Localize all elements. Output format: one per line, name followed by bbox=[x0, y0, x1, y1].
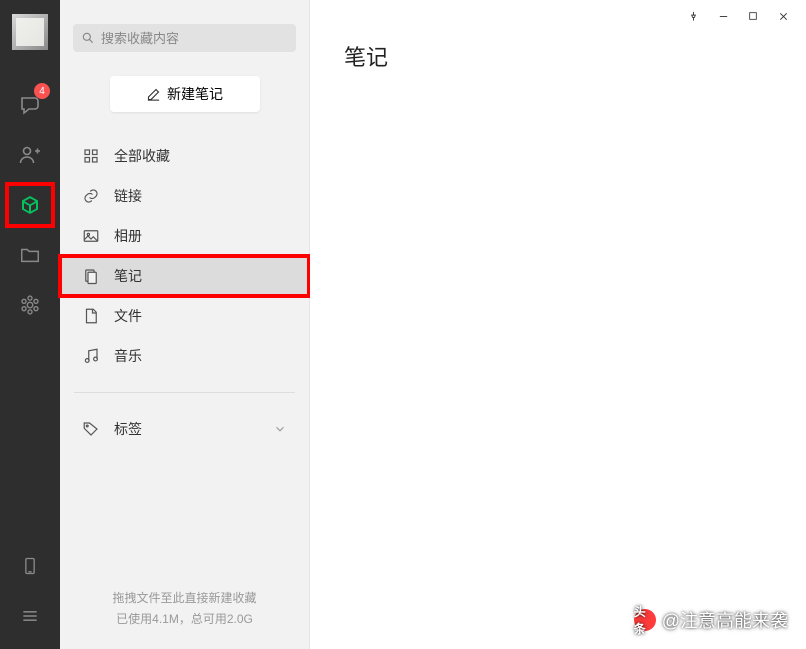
avatar[interactable] bbox=[12, 14, 48, 50]
watermark: 头条 @注意高能来袭 bbox=[634, 607, 788, 633]
rail-menu[interactable] bbox=[8, 596, 52, 636]
pin-button[interactable] bbox=[678, 3, 708, 29]
rail-moments[interactable] bbox=[8, 285, 52, 325]
moments-icon bbox=[19, 294, 41, 316]
footer-hint: 拖拽文件至此直接新建收藏 bbox=[68, 588, 301, 610]
rail-contacts[interactable] bbox=[8, 135, 52, 175]
watermark-handle: @注意高能来袭 bbox=[662, 607, 788, 633]
nav-rail: 4 bbox=[0, 0, 60, 649]
category-link[interactable]: 链接 bbox=[60, 176, 309, 216]
category-all[interactable]: 全部收藏 bbox=[60, 136, 309, 176]
search-icon bbox=[81, 31, 95, 45]
sidebar-panel: 新建笔记 全部收藏 链接 相册 笔记 文件 音乐 标签 bbox=[60, 0, 310, 649]
folder-icon bbox=[19, 244, 41, 266]
category-label: 全部收藏 bbox=[114, 146, 170, 166]
category-music[interactable]: 音乐 bbox=[60, 336, 309, 376]
main-area: 笔记 头条 @注意高能来袭 bbox=[310, 0, 806, 649]
minimize-button[interactable] bbox=[708, 3, 738, 29]
search-input[interactable] bbox=[101, 31, 288, 46]
search-box[interactable] bbox=[73, 24, 296, 52]
pin-icon bbox=[688, 11, 699, 22]
minimize-icon bbox=[718, 11, 729, 22]
favorites-cube-icon bbox=[18, 193, 42, 217]
file-icon bbox=[82, 307, 100, 325]
maximize-button[interactable] bbox=[738, 3, 768, 29]
maximize-icon bbox=[748, 11, 758, 21]
pencil-icon bbox=[146, 87, 161, 102]
phone-icon bbox=[20, 556, 40, 576]
link-icon bbox=[82, 187, 100, 205]
category-label: 链接 bbox=[114, 186, 142, 206]
panel-footer: 拖拽文件至此直接新建收藏 已使用4.1M，总可用2.0G bbox=[60, 570, 309, 649]
close-icon bbox=[778, 11, 789, 22]
chevron-down-icon bbox=[273, 422, 287, 436]
category-list: 全部收藏 链接 相册 笔记 文件 音乐 bbox=[60, 136, 309, 376]
tags-label: 标签 bbox=[114, 419, 142, 439]
tags-row[interactable]: 标签 bbox=[60, 409, 309, 449]
category-label: 笔记 bbox=[114, 266, 142, 286]
watermark-logo: 头条 bbox=[634, 609, 656, 631]
page-title: 笔记 bbox=[310, 32, 806, 92]
category-album[interactable]: 相册 bbox=[60, 216, 309, 256]
image-icon bbox=[82, 227, 100, 245]
rail-favorites[interactable] bbox=[8, 185, 52, 225]
close-button[interactable] bbox=[768, 3, 798, 29]
footer-usage: 已使用4.1M，总可用2.0G bbox=[68, 609, 301, 631]
new-note-label: 新建笔记 bbox=[167, 84, 223, 104]
category-file[interactable]: 文件 bbox=[60, 296, 309, 336]
category-label: 音乐 bbox=[114, 346, 142, 366]
grid-icon bbox=[82, 147, 100, 165]
new-note-button[interactable]: 新建笔记 bbox=[110, 76, 260, 112]
category-label: 相册 bbox=[114, 226, 142, 246]
category-note[interactable]: 笔记 bbox=[60, 256, 309, 296]
contacts-icon bbox=[18, 143, 42, 167]
menu-icon bbox=[20, 606, 40, 626]
chat-badge: 4 bbox=[34, 83, 50, 99]
divider bbox=[74, 392, 295, 393]
category-label: 文件 bbox=[114, 306, 142, 326]
titlebar bbox=[310, 0, 806, 32]
rail-chat[interactable]: 4 bbox=[8, 85, 52, 125]
tag-icon bbox=[82, 420, 100, 438]
rail-files[interactable] bbox=[8, 235, 52, 275]
rail-phone[interactable] bbox=[8, 546, 52, 586]
rail-bottom bbox=[8, 541, 52, 641]
music-icon bbox=[82, 347, 100, 365]
note-icon bbox=[82, 267, 100, 285]
